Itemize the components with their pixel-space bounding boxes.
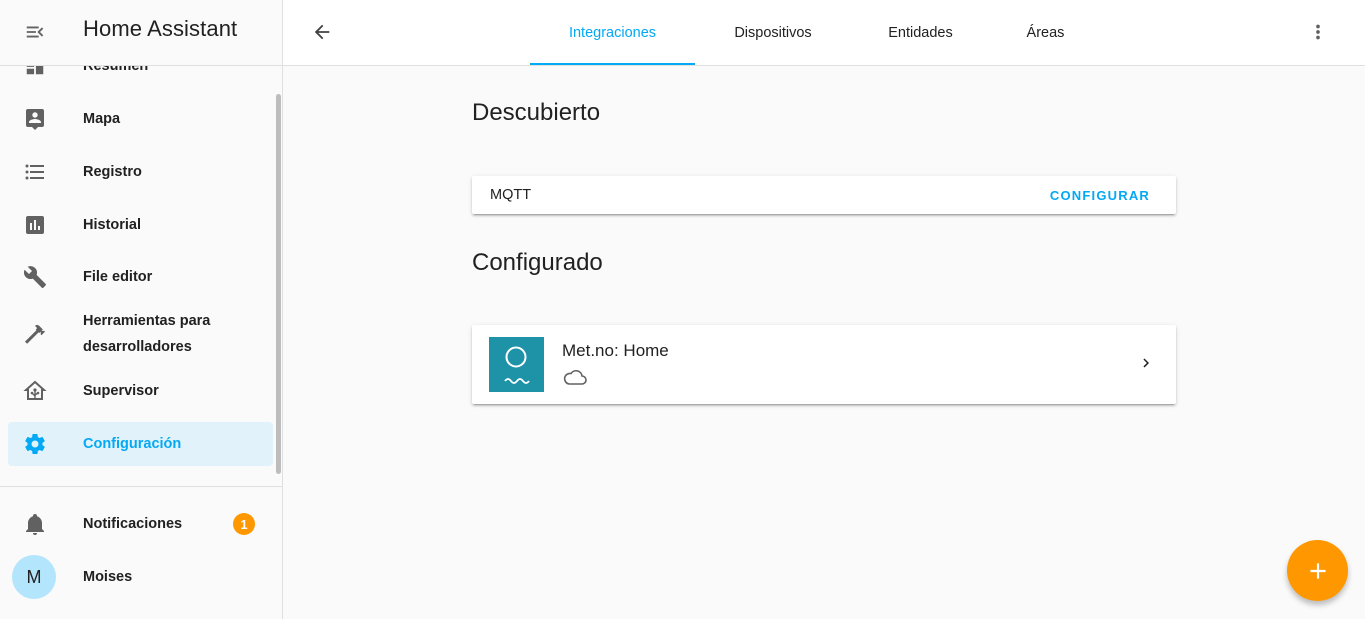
plus-icon bbox=[1309, 562, 1326, 579]
back-button[interactable] bbox=[307, 17, 337, 47]
arrow-left-icon bbox=[314, 24, 330, 40]
sidebar-item-registro[interactable]: Registro bbox=[8, 150, 273, 194]
met-no-logo bbox=[489, 337, 544, 392]
sidebar-item-file-editor[interactable]: File editor bbox=[8, 255, 273, 299]
chevron-right-icon[interactable] bbox=[1136, 353, 1156, 373]
sidebar-item-label: Supervisor bbox=[83, 383, 159, 399]
gear-icon bbox=[22, 431, 48, 457]
hammer-icon bbox=[22, 321, 48, 347]
notification-badge: 1 bbox=[233, 513, 255, 535]
configure-button[interactable]: CONFIGURAR bbox=[1050, 188, 1150, 203]
avatar: M bbox=[12, 555, 56, 599]
discovered-integration-name: MQTT bbox=[490, 187, 532, 203]
sidebar-item-historial[interactable]: Historial bbox=[8, 203, 273, 247]
sidebar-item-configuracion[interactable]: Configuración bbox=[8, 422, 273, 466]
sidebar-item-mapa[interactable]: Mapa bbox=[8, 97, 273, 141]
menu-open-icon bbox=[26, 26, 44, 38]
sidebar-header: Home Assistant bbox=[0, 0, 282, 66]
add-integration-button[interactable] bbox=[1287, 540, 1348, 601]
discovered-title: Descubierto bbox=[472, 99, 601, 126]
dots-vertical-icon bbox=[1316, 24, 1320, 40]
sidebar-divider bbox=[0, 486, 282, 487]
chart-box-icon bbox=[22, 212, 48, 238]
cloud-icon bbox=[562, 367, 588, 387]
sidebar-item-supervisor[interactable]: Supervisor bbox=[8, 369, 273, 413]
sidebar-item-label: Historial bbox=[83, 217, 142, 233]
app-title: Home Assistant bbox=[83, 16, 238, 41]
sidebar: Resumen Mapa Registro Historial File edi… bbox=[0, 0, 283, 619]
tab-areas[interactable]: Áreas bbox=[1008, 0, 1083, 66]
home-assistant-icon bbox=[22, 378, 48, 404]
format-list-icon bbox=[22, 159, 48, 185]
sidebar-scrollbar[interactable] bbox=[276, 94, 281, 474]
active-tab-indicator bbox=[530, 63, 695, 65]
top-bar: Integraciones Dispositivos Entidades Áre… bbox=[283, 0, 1365, 66]
sidebar-list: Resumen Mapa Registro Historial File edi… bbox=[0, 40, 282, 486]
configured-title: Configurado bbox=[472, 249, 603, 276]
more-options-button[interactable] bbox=[1303, 17, 1333, 47]
menu-collapse-button[interactable] bbox=[20, 17, 50, 47]
tab-entidades[interactable]: Entidades bbox=[868, 0, 973, 66]
sidebar-item-label: Notificaciones bbox=[83, 516, 183, 532]
sidebar-item-herramientas[interactable]: Herramientas para desarrolladores bbox=[8, 308, 273, 360]
map-account-icon bbox=[22, 106, 48, 132]
tab-integraciones[interactable]: Integraciones bbox=[545, 0, 680, 66]
sidebar-item-label: File editor bbox=[83, 269, 153, 285]
sidebar-item-label: Configuración bbox=[83, 436, 182, 452]
user-name: Moises bbox=[83, 569, 133, 585]
sidebar-item-label: Herramientas para desarrolladores bbox=[83, 313, 211, 355]
tab-dispositivos[interactable]: Dispositivos bbox=[708, 0, 838, 66]
sidebar-item-notificaciones[interactable]: Notificaciones 1 bbox=[8, 502, 273, 546]
configured-card[interactable]: Met.no: Home bbox=[472, 325, 1176, 404]
configured-integration-name: Met.no: Home bbox=[562, 341, 669, 360]
sidebar-item-user[interactable]: M Moises bbox=[8, 555, 273, 599]
sidebar-item-label: Mapa bbox=[83, 111, 121, 127]
wrench-icon bbox=[22, 264, 48, 290]
discovered-card: MQTT CONFIGURAR bbox=[472, 176, 1176, 214]
sidebar-item-label: Registro bbox=[83, 164, 142, 180]
bell-icon bbox=[22, 511, 48, 537]
